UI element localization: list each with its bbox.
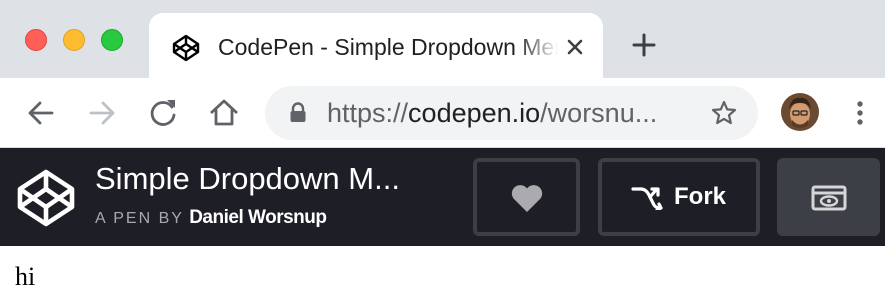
reload-icon[interactable] [145,95,181,131]
maximize-window-button[interactable] [101,29,123,51]
home-icon[interactable] [206,95,242,131]
profile-avatar[interactable] [781,93,819,131]
pen-byline: A PEN BY Daniel Worsnup [95,206,327,231]
lock-icon[interactable] [287,102,309,124]
tab-title: CodePen - Simple Dropdown Menu [218,34,558,60]
pen-title: Simple Dropdown M... [95,161,400,196]
close-window-button[interactable] [25,29,47,51]
url-path: /worsnu... [540,98,658,128]
fork-button[interactable]: Fork [598,158,760,236]
pen-author-link[interactable]: Daniel Worsnup [189,207,327,228]
address-bar[interactable]: https://codepen.io/worsnu... [265,86,758,140]
close-tab-icon[interactable] [562,34,588,60]
more-options-icon[interactable] [848,95,872,131]
back-arrow-icon[interactable] [23,95,59,131]
love-button[interactable] [473,158,580,236]
minimize-window-button[interactable] [63,29,85,51]
change-view-button[interactable] [777,158,880,236]
page-body-text: hi [15,262,36,291]
browser-tab[interactable]: CodePen - Simple Dropdown Menu [149,13,603,78]
fork-label: Fork [674,183,727,210]
browser-toolbar: https://codepen.io/worsnu... [0,78,885,148]
bookmark-star-icon[interactable] [710,99,738,127]
url-host: codepen.io [408,98,541,128]
codepen-logo-icon [172,34,200,62]
tab-strip: CodePen - Simple Dropdown Menu [0,0,885,78]
new-tab-icon[interactable] [629,30,659,60]
forward-arrow-icon[interactable] [84,95,120,131]
pen-by-label: A PEN BY [95,210,184,227]
layout-view-icon [811,185,847,211]
heart-icon [511,185,543,212]
codepen-logo-icon[interactable] [16,168,76,228]
fork-icon [631,187,663,210]
url-text: https://codepen.io/worsnu... [327,98,687,128]
codepen-header: Simple Dropdown M... A PEN BY Daniel Wor… [0,148,885,246]
url-scheme: https:// [327,98,409,128]
